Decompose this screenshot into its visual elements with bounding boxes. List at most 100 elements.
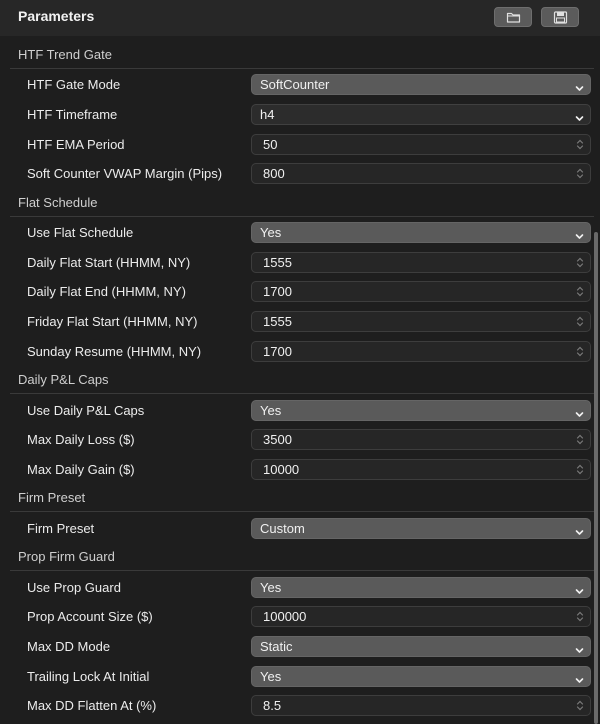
dropdown-select[interactable]: SoftCounter bbox=[251, 74, 591, 98]
number-input[interactable]: 3500 bbox=[251, 429, 591, 451]
chevron-down-icon bbox=[575, 228, 584, 246]
dropdown-select[interactable]: Static bbox=[251, 636, 591, 657]
stepper-arrows-icon[interactable] bbox=[576, 433, 584, 451]
parameter-row: Use Prop Guard Yes bbox=[0, 573, 594, 602]
parameter-row: HTF Gate Mode SoftCounter bbox=[0, 70, 594, 99]
stepper-arrows-icon[interactable] bbox=[576, 463, 584, 481]
dropdown-select[interactable]: Yes bbox=[251, 222, 591, 246]
parameter-row: Daily Flat End (HHMM, NY) 1700 bbox=[0, 277, 594, 306]
chevron-down-icon bbox=[575, 80, 584, 98]
control-value: 100000 bbox=[263, 609, 307, 625]
parameters-panel: Parameters HTF Trend Gate HTF Gate Mode So… bbox=[0, 0, 600, 724]
stepper-arrows-icon[interactable] bbox=[576, 610, 584, 628]
section-header: HTF Trend Gate bbox=[0, 41, 594, 69]
section-divider bbox=[10, 570, 594, 572]
number-input[interactable]: 1700 bbox=[251, 340, 591, 363]
control-value: 8.5 bbox=[263, 698, 282, 714]
number-input[interactable]: 800 bbox=[251, 163, 591, 185]
parameter-label: HTF Timeframe bbox=[27, 107, 118, 122]
parameter-row: Prop Account Size ($) 100000 bbox=[0, 602, 594, 631]
control-value: 10000 bbox=[263, 461, 300, 477]
parameter-row: Trailing Lock At Initial Yes bbox=[0, 662, 594, 691]
panel-header: Parameters bbox=[0, 0, 600, 36]
parameter-label: HTF Gate Mode bbox=[27, 77, 121, 93]
parameter-label: Daily Flat Start (HHMM, NY) bbox=[27, 254, 191, 270]
parameter-row: Firm Preset Custom bbox=[0, 514, 594, 543]
section-title: Daily P&L Caps bbox=[18, 372, 109, 388]
number-input[interactable]: 8.5 bbox=[251, 695, 591, 717]
stepper-arrows-icon[interactable] bbox=[576, 345, 584, 363]
parameter-label: HTF EMA Period bbox=[27, 136, 125, 152]
chevron-down-icon bbox=[575, 524, 584, 542]
parameter-label: Max Daily Loss ($) bbox=[27, 432, 135, 448]
parameter-row: Max DD Mode Static bbox=[0, 632, 594, 661]
stepper-arrows-icon[interactable] bbox=[576, 167, 584, 185]
control-value: 50 bbox=[263, 136, 278, 152]
control-value: 800 bbox=[263, 166, 285, 182]
section-title: Firm Preset bbox=[18, 490, 86, 506]
number-input[interactable]: 1555 bbox=[251, 251, 591, 274]
number-input[interactable]: 1700 bbox=[251, 281, 591, 303]
control-value: Yes bbox=[260, 579, 282, 595]
dropdown-select[interactable]: Yes bbox=[251, 665, 591, 690]
control-value: Static bbox=[260, 639, 293, 654]
number-input[interactable]: 100000 bbox=[251, 606, 591, 628]
parameter-label: Use Prop Guard bbox=[27, 579, 121, 595]
number-input[interactable]: 10000 bbox=[251, 458, 591, 481]
section-header: Flat Schedule bbox=[0, 189, 594, 217]
parameter-label: Sunday Resume (HHMM, NY) bbox=[27, 343, 202, 359]
stepper-arrows-icon[interactable] bbox=[576, 699, 584, 717]
chevron-down-icon bbox=[575, 672, 584, 690]
parameter-row: Max Daily Loss ($) 3500 bbox=[0, 425, 594, 454]
section-title: HTF Trend Gate bbox=[18, 47, 112, 62]
parameter-label: Friday Flat Start (HHMM, NY) bbox=[27, 314, 198, 329]
section-divider bbox=[10, 511, 594, 513]
parameter-label: Use Daily P&L Caps bbox=[27, 402, 145, 418]
section-divider bbox=[10, 68, 594, 69]
section-header: Firm Preset bbox=[0, 484, 594, 513]
control-value: Yes bbox=[260, 668, 282, 684]
control-value: 1700 bbox=[263, 343, 292, 359]
section-divider bbox=[10, 215, 594, 217]
section-title: Prop Firm Guard bbox=[18, 549, 115, 565]
save-icon bbox=[553, 11, 568, 24]
control-value: SoftCounter bbox=[260, 77, 330, 93]
parameter-row: Use Daily P&L Caps Yes bbox=[0, 396, 594, 425]
dropdown-select[interactable]: Yes bbox=[251, 576, 591, 601]
parameter-row: Max Daily Gain ($) 10000 bbox=[0, 455, 594, 484]
parameter-row: Daily Flat Start (HHMM, NY) 1555 bbox=[0, 248, 594, 277]
open-folder-button[interactable] bbox=[494, 7, 532, 27]
chevron-down-icon bbox=[575, 406, 584, 424]
parameter-row: Sunday Resume (HHMM, NY) 1700 bbox=[0, 337, 594, 366]
dropdown-select[interactable]: Custom bbox=[251, 517, 591, 542]
parameter-label: Soft Counter VWAP Margin (Pips) bbox=[27, 166, 223, 182]
parameter-row: Use Flat Schedule Yes bbox=[0, 218, 594, 247]
stepper-arrows-icon[interactable] bbox=[576, 138, 584, 156]
parameter-row: Max DD Flatten At (%) 8.5 bbox=[0, 691, 594, 720]
parameter-row: HTF Timeframe h4 bbox=[0, 100, 594, 129]
panel-title: Parameters bbox=[18, 8, 95, 24]
control-value: Custom bbox=[260, 520, 305, 536]
parameter-row: Friday Flat Start (HHMM, NY) 1555 bbox=[0, 307, 594, 336]
number-input[interactable]: 50 bbox=[251, 133, 591, 156]
chevron-down-icon bbox=[575, 110, 584, 128]
save-button[interactable] bbox=[541, 7, 579, 27]
control-value: 1700 bbox=[263, 284, 292, 300]
dropdown-select[interactable]: h4 bbox=[251, 104, 591, 125]
number-input[interactable]: 1555 bbox=[251, 311, 591, 332]
parameter-label: Prop Account Size ($) bbox=[27, 609, 153, 625]
folder-icon bbox=[506, 12, 521, 23]
stepper-arrows-icon[interactable] bbox=[576, 285, 584, 303]
parameter-row: Soft Counter VWAP Margin (Pips) 800 bbox=[0, 159, 594, 188]
chevron-down-icon bbox=[575, 583, 584, 601]
parameter-label: Use Flat Schedule bbox=[27, 225, 134, 241]
chevron-down-icon bbox=[575, 642, 584, 660]
scrollbar[interactable] bbox=[594, 232, 598, 724]
control-value: Yes bbox=[260, 402, 282, 418]
dropdown-select[interactable]: Yes bbox=[251, 399, 591, 424]
stepper-arrows-icon[interactable] bbox=[576, 315, 584, 333]
control-value: Yes bbox=[260, 225, 282, 241]
stepper-arrows-icon[interactable] bbox=[576, 256, 584, 274]
parameter-label: Max Daily Gain ($) bbox=[27, 461, 135, 477]
parameter-label: Max DD Mode bbox=[27, 639, 111, 654]
